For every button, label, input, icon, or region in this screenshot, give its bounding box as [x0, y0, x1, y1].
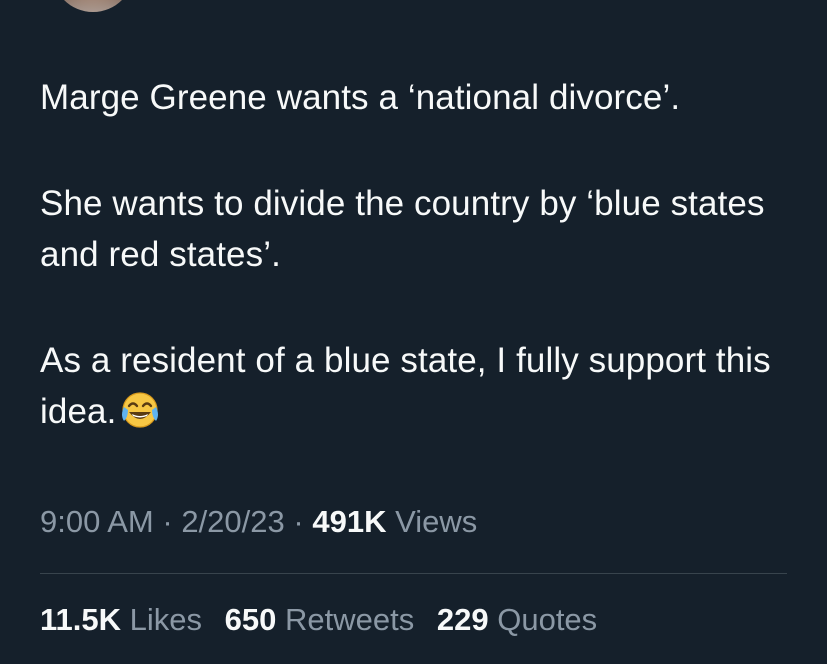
likes-count: 11.5K — [40, 602, 122, 637]
engagement-stats: 11.5K Likes 650 Retweets 229 Quotes — [40, 600, 611, 640]
tweet-paragraph-1: Marge Greene wants a ‘national divorce’. — [40, 78, 681, 117]
tweet-timestamp: 9:00 AM · 2/20/23 · 491K Views — [40, 502, 477, 542]
retweets-stat[interactable]: 650 Retweets — [225, 600, 415, 640]
views-label: Views — [395, 504, 478, 539]
face-with-tears-of-joy-icon — [120, 391, 160, 443]
separator-dot: · — [293, 504, 304, 539]
separator-dot: · — [162, 504, 173, 539]
tweet-date[interactable]: 2/20/23 — [181, 504, 284, 539]
tweet-time[interactable]: 9:00 AM — [40, 504, 154, 539]
retweets-label: Retweets — [285, 602, 415, 637]
likes-label: Likes — [129, 602, 203, 637]
tweet-paragraph-2: She wants to divide the country by ‘blue… — [40, 184, 765, 274]
tweet-text: Marge Greene wants a ‘national divorce’.… — [40, 72, 800, 443]
views-count: 491K — [312, 504, 387, 539]
quotes-stat[interactable]: 229 Quotes — [437, 600, 597, 640]
tweet-paragraph-3: As a resident of a blue state, I fully s… — [40, 335, 800, 443]
quotes-label: Quotes — [497, 602, 598, 637]
quotes-count: 229 — [436, 602, 489, 637]
divider — [40, 573, 787, 574]
avatar[interactable] — [52, 0, 134, 12]
retweets-count: 650 — [224, 602, 277, 637]
likes-stat[interactable]: 11.5K Likes — [40, 600, 202, 640]
